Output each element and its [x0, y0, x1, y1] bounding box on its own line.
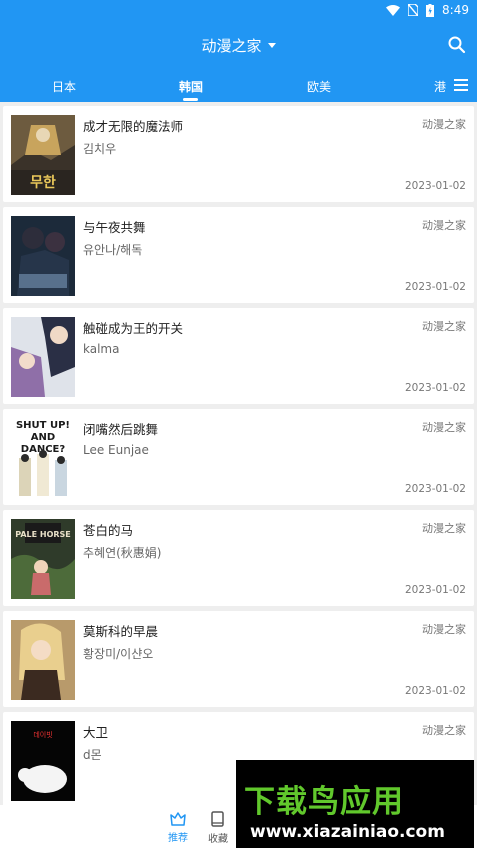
tab-hongkong[interactable]: 港	[434, 78, 446, 95]
comic-date: 2023-01-02	[404, 584, 466, 596]
search-icon[interactable]	[447, 35, 467, 55]
status-time: 8:49	[442, 3, 469, 17]
comic-source: 动漫之家	[422, 118, 466, 131]
watermark-banner: 下载鸟应用 www.xiazainiao.com	[236, 760, 474, 848]
battery-icon	[426, 3, 435, 17]
caret-down-icon	[267, 42, 276, 48]
comic-cover	[11, 317, 75, 397]
svg-text:SHUT UP!: SHUT UP!	[16, 420, 70, 431]
comic-card[interactable]: 触碰成为王的开关 kalma 动漫之家 2023-01-02	[3, 308, 474, 404]
nav-recommend-label: 推荐	[168, 833, 188, 844]
comic-title: 莫斯科的早晨	[83, 624, 159, 639]
comic-card[interactable]: 무한 成才无限的魔法师 김치우 动漫之家 2023-01-02	[3, 106, 474, 202]
category-tabs: 日本 韩国 欧美 港	[0, 70, 477, 102]
comic-card[interactable]: SHUT UP! AND DANCE? 闭嘴然后跳舞 Lee Eunjae 动漫…	[3, 409, 474, 505]
tab-korea[interactable]: 韩国	[179, 78, 203, 95]
comic-cover	[11, 216, 75, 296]
comic-cover	[11, 620, 75, 700]
comic-source: 动漫之家	[422, 219, 466, 232]
comic-card[interactable]: 与午夜共舞 유안나/해독 动漫之家 2023-01-02	[3, 207, 474, 303]
app-bar: 动漫之家	[0, 20, 477, 70]
comic-author: kalma	[83, 342, 120, 356]
comic-source: 动漫之家	[422, 623, 466, 636]
comic-cover: SHUT UP! AND DANCE?	[11, 418, 75, 498]
comic-source: 动漫之家	[422, 421, 466, 434]
cover-text: 무한	[30, 175, 56, 191]
comic-cover: 무한	[11, 115, 75, 195]
comic-cover: PALE HORSE	[11, 519, 75, 599]
tab-menu-icon[interactable]	[454, 79, 468, 91]
comic-title: 大卫	[83, 725, 109, 740]
comic-source: 动漫之家	[422, 522, 466, 535]
app-title: 动漫之家	[201, 36, 262, 55]
comic-title: 与午夜共舞	[83, 220, 146, 235]
comic-title: 闭嘴然后跳舞	[83, 422, 159, 437]
recommend-icon	[170, 812, 186, 826]
comic-date: 2023-01-02	[404, 382, 466, 394]
tab-indicator	[183, 98, 198, 101]
comic-title: 苍白的马	[83, 523, 134, 538]
comic-author: d몬	[83, 748, 102, 762]
comic-author: 김치우	[83, 142, 117, 156]
comic-date: 2023-01-02	[404, 281, 466, 293]
status-bar: 8:49	[0, 0, 477, 20]
comic-date: 2023-01-02	[404, 685, 466, 697]
comic-author: 추혜연(秋惠娟)	[83, 546, 162, 560]
comic-author: 황장미/이샨오	[83, 647, 154, 661]
svg-text:AND: AND	[31, 432, 55, 443]
source-selector[interactable]: 动漫之家	[201, 35, 276, 56]
comic-source: 动漫之家	[422, 724, 466, 737]
comic-source: 动漫之家	[422, 320, 466, 333]
watermark-url: www.xiazainiao.com	[250, 822, 445, 842]
comic-cover: 데이빗	[11, 721, 75, 801]
comic-date: 2023-01-02	[404, 483, 466, 495]
no-sim-icon	[408, 4, 419, 16]
tab-japan[interactable]: 日本	[52, 78, 76, 95]
cover-text: 데이빗	[33, 730, 52, 739]
nav-favorites[interactable]: 收藏	[203, 811, 233, 845]
comic-date: 2023-01-02	[404, 180, 466, 192]
comic-title: 成才无限的魔法师	[83, 119, 184, 134]
wifi-icon	[386, 4, 401, 16]
comic-title: 触碰成为王的开关	[83, 321, 184, 336]
tab-europe-america[interactable]: 欧美	[307, 78, 331, 95]
nav-favorites-label: 收藏	[208, 834, 228, 845]
comic-card[interactable]: PALE HORSE 苍白的马 추혜연(秋惠娟) 动漫之家 2023-01-02	[3, 510, 474, 606]
comic-author: Lee Eunjae	[83, 443, 149, 457]
comic-card[interactable]: 莫斯科的早晨 황장미/이샨오 动漫之家 2023-01-02	[3, 611, 474, 707]
nav-recommend[interactable]: 推荐	[163, 811, 193, 844]
svg-text:PALE HORSE: PALE HORSE	[15, 530, 71, 539]
book-icon	[211, 811, 224, 827]
comic-author: 유안나/해독	[83, 243, 143, 257]
watermark-title: 下载鸟应用	[244, 784, 404, 820]
